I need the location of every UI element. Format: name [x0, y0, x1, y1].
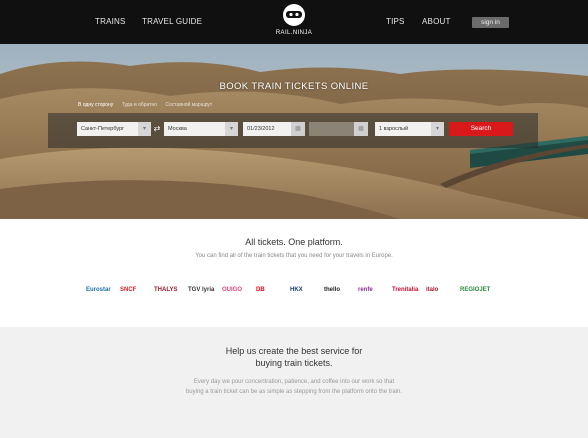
sign-in-button[interactable]: sign in — [472, 17, 509, 28]
carrier-logo-renfe: renfe — [358, 287, 373, 293]
calendar-icon[interactable]: ▦ — [291, 122, 305, 136]
trip-type-one-way[interactable]: В одну сторону — [78, 102, 113, 108]
search-panel: Санкт-Петербург ▾ ⇄ Москва ▾ 01/23/2012 … — [48, 113, 538, 148]
carrier-logo-italo: italo — [426, 287, 439, 293]
carrier-logo-thalys: THALYS — [154, 287, 178, 293]
carrier-logo-eurostar: Eurostar — [86, 287, 111, 293]
nav-tips-link[interactable]: TIPS — [386, 17, 405, 26]
chevron-down-icon[interactable]: ▾ — [225, 122, 238, 136]
help-text: Every day we pour concentration, patienc… — [150, 378, 438, 397]
calendar-icon[interactable]: ▦ — [354, 122, 368, 136]
carrier-logo-sncf: SNCF — [120, 287, 137, 293]
trip-type-tabs: В одну сторону Туда и обратно Составной … — [78, 102, 219, 108]
departure-date-field[interactable]: 01/23/2012 — [243, 122, 291, 136]
platform-section: All tickets. One platform. You can find … — [0, 219, 588, 327]
carrier-logos: Eurostar SNCF THALYS TGV lyria OUIGO DB HKX the… — [80, 283, 520, 297]
platform-title: All tickets. One platform. — [245, 237, 343, 247]
swap-arrows-icon[interactable]: ⇄ — [152, 124, 162, 134]
passengers-field[interactable]: 1 взрослый ▾ — [375, 122, 444, 136]
carrier-logo-db: DB — [256, 287, 265, 293]
platform-subtitle: You can find all of the train tickets th… — [195, 253, 393, 259]
from-station-value: Санкт-Петербург — [81, 126, 125, 132]
help-text-line1: Every day we pour concentration, patienc… — [193, 379, 395, 385]
carrier-logo-ouigo: OUIGO — [222, 287, 243, 293]
return-date-field[interactable] — [309, 122, 354, 136]
search-button[interactable]: Search — [449, 122, 513, 136]
nav-travel-guide-link[interactable]: TRAVEL GUIDE — [142, 17, 202, 26]
to-station-value: Москва — [168, 126, 187, 132]
to-station-field[interactable]: Москва ▾ — [164, 122, 238, 136]
help-text-line2: buying a train ticket can be as simple a… — [185, 388, 403, 395]
hero-section: BOOK TRAIN TICKETS ONLINE В одну сторону… — [0, 44, 588, 219]
chevron-down-icon[interactable]: ▾ — [138, 122, 151, 136]
carrier-logo-regiojet: REGIOJET — [460, 287, 491, 293]
site-logo[interactable]: RAIL.NINJA — [271, 3, 317, 39]
trip-type-round-trip[interactable]: Туда и обратно — [122, 102, 157, 108]
ninja-mascot-icon — [283, 4, 305, 26]
carrier-logo-thello: thello — [324, 287, 340, 293]
from-station-field[interactable]: Санкт-Петербург ▾ — [77, 122, 151, 136]
carrier-logo-hkx: HKX — [290, 287, 303, 293]
nav-about-link[interactable]: ABOUT — [422, 17, 451, 26]
trip-type-multi-city[interactable]: Составной маршрут — [165, 102, 212, 108]
logo-text: RAIL.NINJA — [275, 30, 313, 36]
help-title-line2: buying train tickets. — [255, 357, 333, 368]
help-title: Help us create the best service for buyi… — [0, 346, 588, 369]
hero-title: BOOK TRAIN TICKETS ONLINE — [219, 81, 369, 92]
nav-trains-link[interactable]: TRAINS — [95, 17, 126, 26]
help-title-line1: Help us create the best service for — [225, 346, 363, 356]
top-navigation-bar: TRAINS TRAVEL GUIDE RAIL.NINJA TIPS ABOU… — [0, 0, 588, 44]
passengers-value: 1 взрослый — [379, 126, 409, 132]
carrier-logo-tgv-lyria: TGV lyria — [188, 287, 215, 293]
chevron-down-icon[interactable]: ▾ — [431, 122, 444, 136]
help-section: Help us create the best service for buyi… — [0, 327, 588, 438]
carrier-logo-trenitalia: Trenitalia — [392, 287, 419, 293]
departure-date-value: 01/23/2012 — [247, 126, 275, 132]
